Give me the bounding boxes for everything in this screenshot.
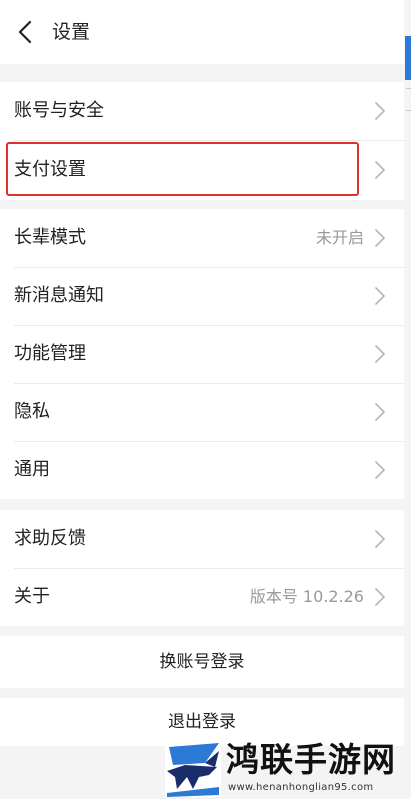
settings-item-label: 长辈模式 bbox=[14, 227, 86, 248]
payment-highlight-box bbox=[6, 142, 359, 196]
chevron-right-icon bbox=[375, 530, 385, 548]
chevron-right-icon bbox=[375, 345, 385, 363]
watermark-url: www.henanhonglian95.com bbox=[228, 782, 374, 793]
chevron-right-icon bbox=[375, 161, 385, 179]
settings-item-privacy[interactable]: 隐私 bbox=[0, 383, 404, 441]
settings-group-help: 求助反馈 关于 版本号 10.2.26 bbox=[0, 510, 404, 626]
settings-item-label: 账号与安全 bbox=[14, 100, 104, 121]
settings-item-help-feedback[interactable]: 求助反馈 bbox=[0, 510, 404, 568]
settings-item-label: 通用 bbox=[14, 459, 50, 480]
chevron-left-icon[interactable] bbox=[16, 20, 36, 44]
settings-item-feature-management[interactable]: 功能管理 bbox=[0, 325, 404, 383]
settings-item-about[interactable]: 关于 版本号 10.2.26 bbox=[0, 568, 404, 626]
version-value: 版本号 10.2.26 bbox=[249, 587, 364, 606]
settings-item-account-security[interactable]: 账号与安全 bbox=[0, 82, 404, 140]
chevron-right-icon bbox=[375, 102, 385, 120]
chevron-right-icon bbox=[375, 403, 385, 421]
settings-item-label: 新消息通知 bbox=[14, 285, 104, 306]
header-bar: 设置 bbox=[0, 0, 404, 64]
settings-item-general[interactable]: 通用 bbox=[0, 441, 404, 499]
settings-item-label: 功能管理 bbox=[14, 343, 86, 364]
page-title: 设置 bbox=[52, 21, 91, 43]
settings-group-general: 长辈模式 未开启 新消息通知 功能管理 隐私 通用 bbox=[0, 209, 404, 499]
chevron-right-icon bbox=[375, 287, 385, 305]
settings-item-label: 隐私 bbox=[14, 401, 50, 422]
settings-item-notifications[interactable]: 新消息通知 bbox=[0, 267, 404, 325]
watermark-title: 鸿联手游网 bbox=[226, 740, 396, 779]
right-edge-strip bbox=[404, 0, 411, 799]
chevron-right-icon bbox=[375, 588, 385, 606]
chevron-right-icon bbox=[375, 229, 385, 247]
settings-item-label: 关于 bbox=[14, 586, 50, 607]
site-watermark: 鸿联手游网 www.henanhonglian95.com bbox=[160, 738, 411, 799]
chevron-right-icon bbox=[375, 461, 385, 479]
switch-account-button[interactable]: 换账号登录 bbox=[0, 636, 404, 688]
edge-line bbox=[406, 88, 411, 89]
settings-item-label: 求助反馈 bbox=[14, 528, 86, 549]
settings-item-elder-mode[interactable]: 长辈模式 未开启 bbox=[0, 209, 404, 267]
edge-accent bbox=[405, 36, 411, 80]
edge-line bbox=[406, 110, 411, 111]
bull-logo-icon bbox=[165, 741, 221, 797]
settings-item-value: 未开启 bbox=[315, 228, 364, 247]
